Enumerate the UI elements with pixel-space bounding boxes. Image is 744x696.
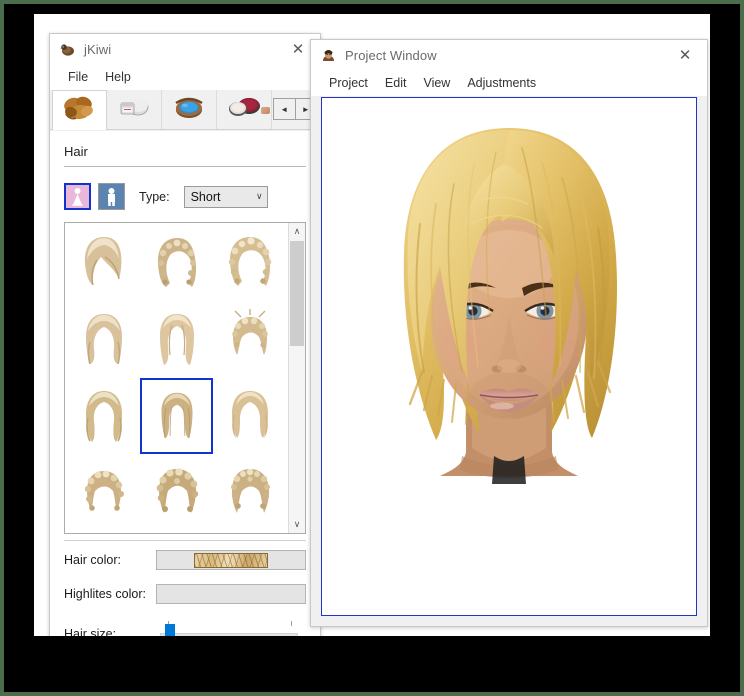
hair-type-select[interactable]: Short ∨ [183,185,268,208]
highlites-color-picker[interactable] [156,584,306,604]
hair-thumbnail[interactable] [213,454,286,530]
tab-hair[interactable] [52,90,107,130]
avatar [322,98,696,615]
jkiwi-window[interactable]: jKiwi ✕ File Help ◄ ► Hair Type: Short ∨… [49,33,321,636]
blue-eyeshadow-icon [169,93,209,126]
hair-color-swatch [194,552,268,568]
gender-and-type-row: Type: Short ∨ [64,183,306,210]
project-canvas[interactable] [321,97,697,616]
hair-type-value: Short [190,189,221,204]
hair-thumbnail[interactable] [67,454,140,530]
avatar-face-icon [320,46,337,64]
menu-project[interactable]: Project [321,73,377,93]
hair-thumbnail[interactable] [213,378,286,454]
blush-compact-icon [224,93,264,126]
hair-panel: Hair Type: Short ∨ ∧ ∨ Hair color: Highl… [50,131,320,636]
hair-size-row: Hair size: [64,619,306,636]
hair-thumbnail-grid [65,223,288,533]
hair-tab-icon [60,94,100,127]
hair-thumbnail[interactable] [140,454,213,530]
project-titlebar[interactable]: Project Window ✕ [311,40,707,70]
project-close-button[interactable]: ✕ [663,40,707,70]
jkiwi-titlebar[interactable]: jKiwi ✕ [50,34,320,64]
hair-color-picker[interactable] [156,550,306,570]
hair-thumbnail[interactable] [67,302,140,378]
kiwi-bird-icon [59,41,76,58]
jkiwi-tabstrip: ◄ ► [50,90,320,130]
hair-thumbnail[interactable] [140,226,213,302]
screen-capture-frame: jKiwi ✕ File Help ◄ ► Hair Type: Short ∨… [0,0,744,696]
project-window[interactable]: Project Window ✕ Project Edit View Adjus… [310,39,708,627]
tab-scroll-left-button[interactable]: ◄ [273,98,296,120]
controls-divider-top [64,540,306,541]
project-menubar: Project Edit View Adjustments [311,70,707,96]
jkiwi-title-text: jKiwi [84,41,112,57]
menu-adjustments[interactable]: Adjustments [459,73,545,93]
jkiwi-menubar: File Help [50,64,320,90]
type-label: Type: [139,189,170,204]
gender-male-button[interactable] [98,183,125,210]
hair-thumbnail[interactable] [213,226,286,302]
hair-color-label: Hair color: [64,553,121,567]
scroll-down-button[interactable]: ∨ [289,516,305,533]
hair-color-row: Hair color: [64,545,306,575]
slider-thumb[interactable] [165,624,175,636]
hair-style-list[interactable]: ∧ ∨ [64,222,306,534]
menu-help[interactable]: Help [97,67,140,87]
hair-thumbnail[interactable] [140,302,213,378]
hair-thumbnail[interactable] [67,226,140,302]
hair-thumbnail-selected[interactable] [140,378,213,454]
page-title: Hair [64,144,88,159]
menu-view[interactable]: View [415,73,459,93]
hair-thumbnail[interactable] [67,378,140,454]
chevron-down-icon: ∨ [255,191,263,201]
hair-list-scrollbar[interactable]: ∧ ∨ [288,223,305,533]
menu-file[interactable]: File [60,67,97,87]
menu-edit[interactable]: Edit [377,73,416,93]
scroll-up-button[interactable]: ∧ [289,223,305,240]
hair-thumbnail[interactable] [213,302,286,378]
title-divider [64,166,306,167]
project-title-text: Project Window [345,47,437,63]
tab-skin[interactable] [107,90,162,129]
female-figure-icon [72,187,83,206]
male-figure-icon [108,187,115,206]
tab-overflow-indicator [261,107,270,114]
highlites-color-label: Highlites color: [64,587,146,601]
hair-size-slider[interactable] [156,621,306,636]
gender-female-button[interactable] [64,183,91,210]
hair-size-label: Hair size: [64,627,117,636]
tab-eyes[interactable] [162,90,217,129]
scrollbar-thumb[interactable] [290,241,304,346]
highlites-color-row: Highlites color: [64,579,306,609]
slider-track [160,633,298,636]
cream-jar-icon [114,93,154,126]
desktop-background: jKiwi ✕ File Help ◄ ► Hair Type: Short ∨… [34,14,710,636]
